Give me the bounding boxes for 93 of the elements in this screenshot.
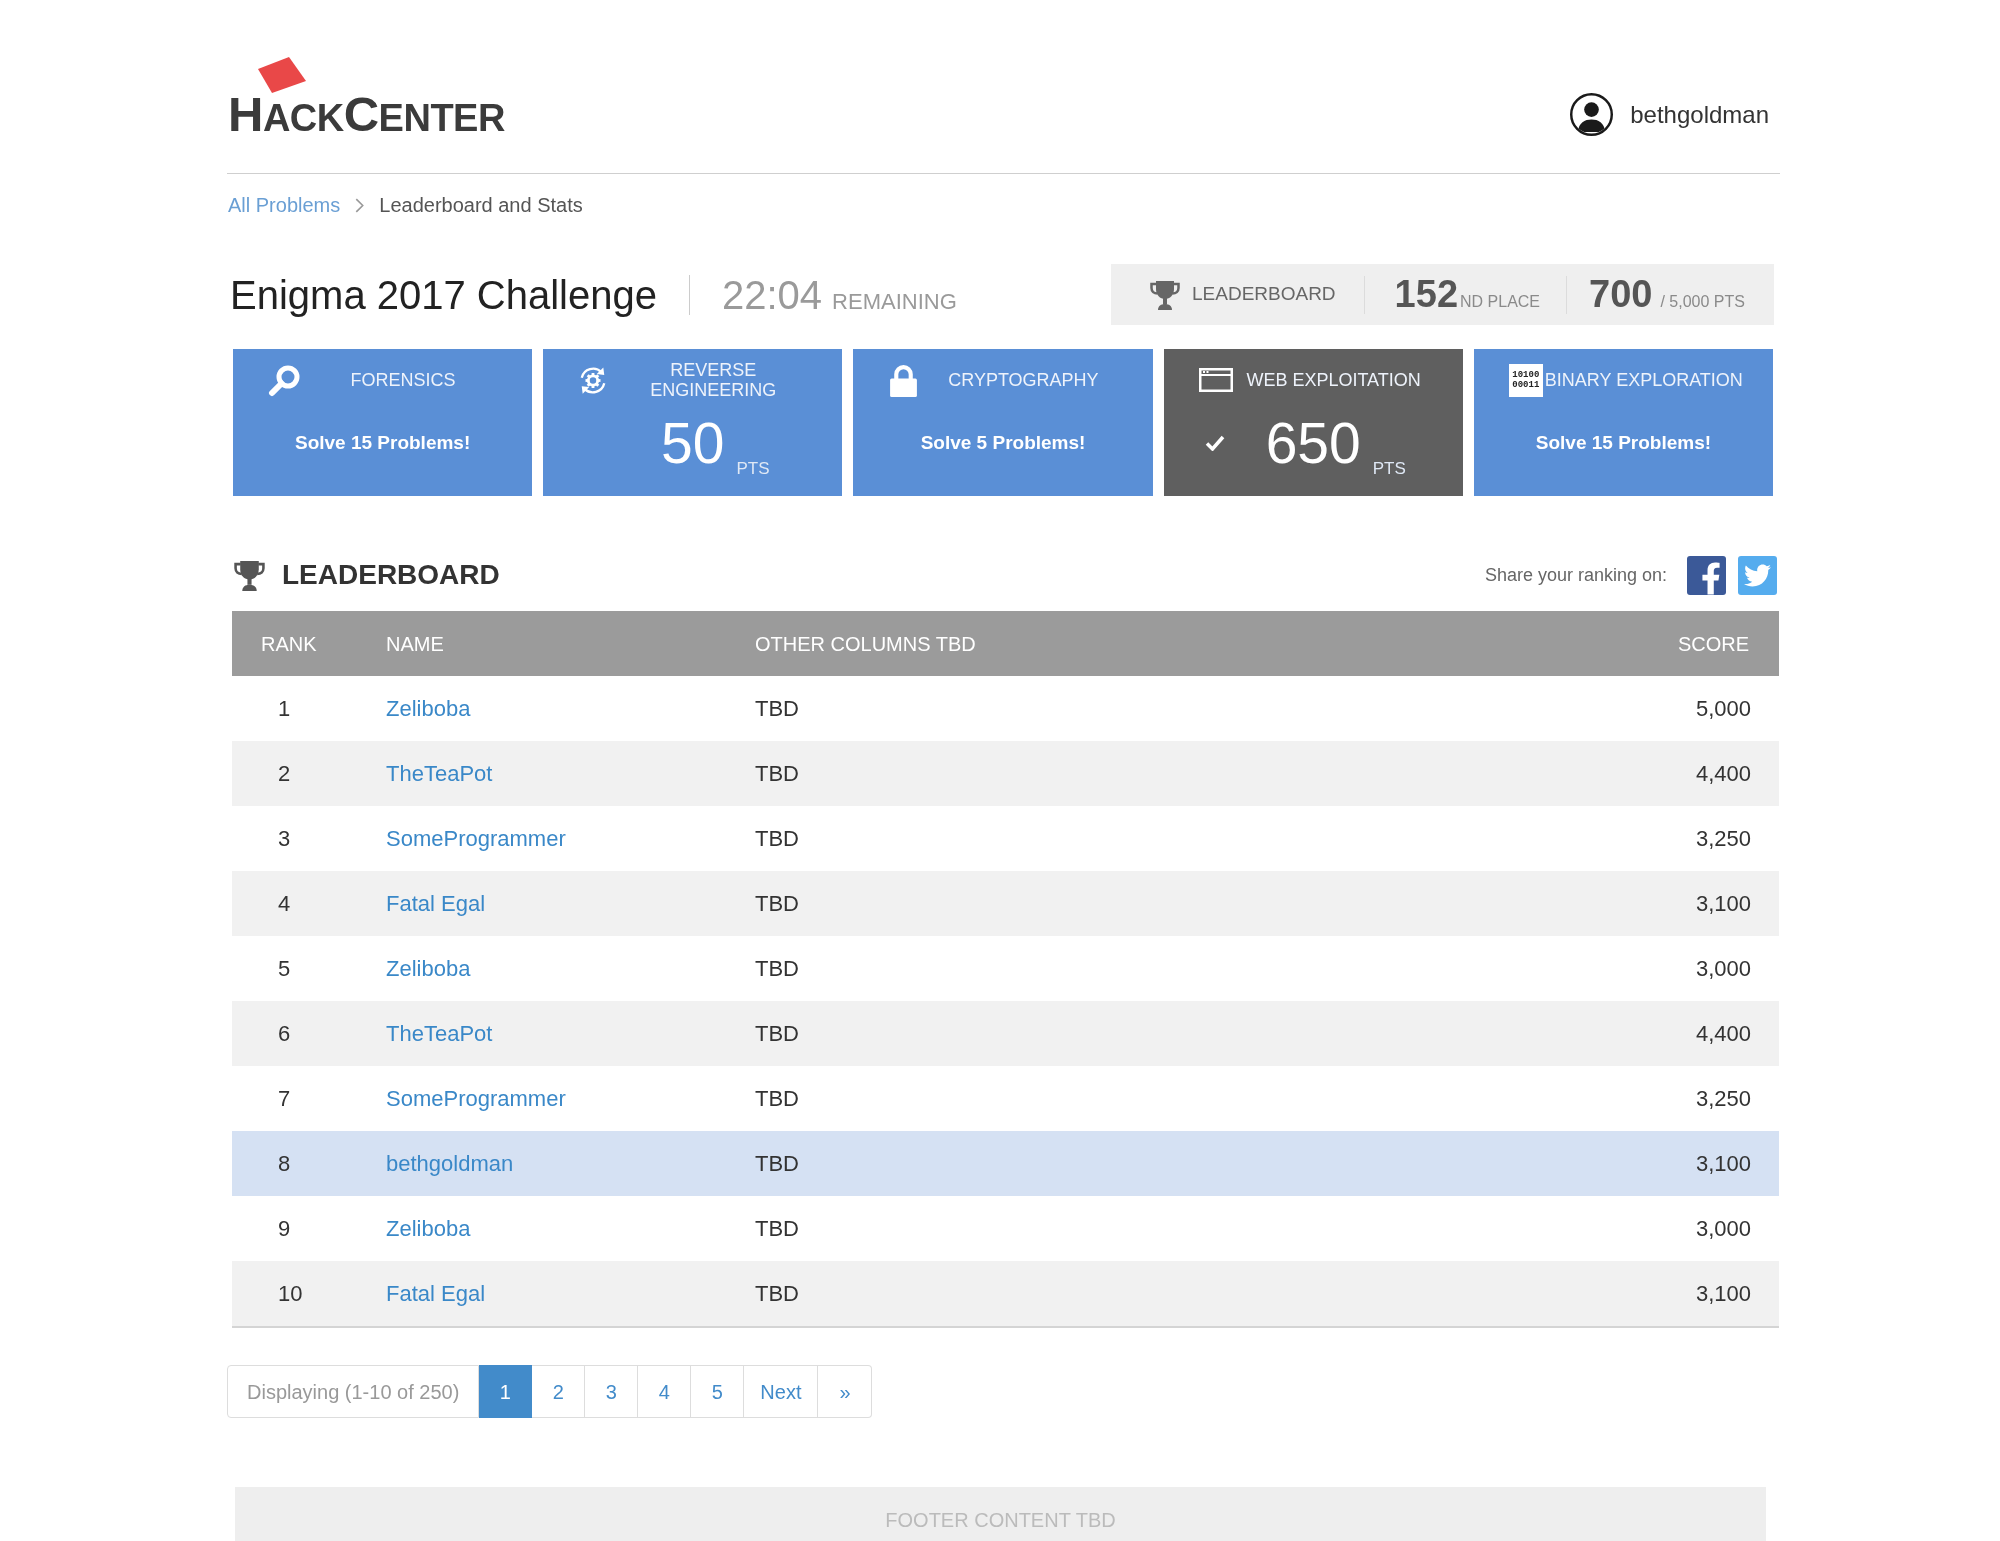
time-label: REMAINING	[832, 287, 957, 316]
table-cell: TBD	[755, 1151, 799, 1176]
trophy-icon	[233, 559, 266, 591]
score-cell: 4,400	[1695, 1021, 1751, 1046]
flag-icon	[258, 57, 306, 93]
points-unit: PTS	[1372, 460, 1406, 478]
score-cell: 3,100	[1695, 1151, 1751, 1176]
search-icon	[268, 363, 301, 397]
category-title: BINARY EXPLORATION	[1544, 370, 1743, 390]
player-name-link[interactable]: Fatal Egal	[386, 891, 486, 916]
page-button[interactable]: 5	[691, 1365, 745, 1418]
category-card[interactable]: REVERSE ENGINEERING 50 PTS	[543, 349, 843, 496]
rank-cell: 8	[278, 1151, 291, 1176]
place-suffix: ND PLACE	[1460, 292, 1541, 312]
category-card[interactable]: CRYPTOGRAPHY Solve 5 Problems!	[853, 349, 1153, 496]
page-button[interactable]: 2	[532, 1365, 586, 1418]
rank-cell: 1	[278, 696, 291, 721]
place-value: 152	[1394, 272, 1458, 317]
points-total-label: / 5,000 PTS	[1660, 292, 1745, 312]
rank-cell: 10	[278, 1281, 303, 1306]
facebook-icon[interactable]	[1687, 555, 1726, 595]
score-cell: 3,000	[1695, 956, 1751, 981]
player-name-link[interactable]: SomeProgrammer	[386, 826, 566, 851]
player-name-link[interactable]: SomeProgrammer	[386, 1086, 566, 1111]
goal-text: Solve 5 Problems!	[920, 430, 1086, 455]
category-title: REVERSE ENGINEERING	[649, 360, 778, 400]
stats-label: LEADERBOARD	[1192, 282, 1336, 307]
score-cell: 3,100	[1695, 891, 1751, 916]
trophy-icon	[1149, 279, 1181, 310]
user-avatar-icon	[1570, 93, 1614, 136]
score-cell: 3,250	[1695, 826, 1751, 851]
page-button[interactable]: 4	[638, 1365, 692, 1418]
category-card[interactable]: WEB EXPLOITATION 650 PTS	[1163, 349, 1463, 496]
rank-cell: 6	[278, 1021, 291, 1046]
table-cell: TBD	[755, 956, 799, 981]
score-cell: 3,250	[1695, 1086, 1751, 1111]
table-cell: TBD	[755, 891, 799, 916]
category-card[interactable]: FORENSICS Solve 15 Problems!	[233, 349, 533, 496]
player-name-link[interactable]: TheTeaPot	[386, 1021, 493, 1046]
column-header: NAME	[386, 631, 445, 657]
table-cell: TBD	[755, 1216, 799, 1241]
table-cell: TBD	[755, 1021, 799, 1046]
score-cell: 3,100	[1695, 1281, 1751, 1306]
table-cell: TBD	[755, 761, 799, 786]
score-cell: 5,000	[1695, 696, 1751, 721]
rank-cell: 3	[278, 826, 291, 851]
table-cell: TBD	[755, 1086, 799, 1111]
category-title: WEB EXPLOITATION	[1246, 370, 1421, 390]
points-value: 50	[661, 414, 725, 472]
score-cell: 3,000	[1695, 1216, 1751, 1241]
page-button[interactable]: 1	[479, 1365, 533, 1418]
table-cell: TBD	[755, 826, 799, 851]
page-button[interactable]: 3	[585, 1365, 639, 1418]
last-page-button[interactable]: »	[818, 1365, 873, 1418]
points-unit: PTS	[736, 460, 770, 478]
share-label: Share your ranking on:	[1484, 563, 1667, 587]
column-header: SCORE	[1677, 631, 1750, 657]
next-page-button[interactable]: Next	[744, 1365, 819, 1418]
chevron-right-icon	[355, 197, 365, 213]
category-title: CRYPTOGRAPHY	[948, 370, 1099, 390]
section-title: LEADERBOARD	[282, 558, 500, 592]
player-name-link[interactable]: Zeliboba	[386, 1216, 471, 1241]
rank-cell: 9	[278, 1216, 291, 1241]
table-cell: TBD	[755, 696, 799, 721]
rank-cell: 4	[278, 891, 291, 916]
user-menu-button[interactable]: bethgoldman	[1570, 93, 1769, 136]
rank-cell: 2	[278, 761, 291, 786]
category-title: FORENSICS	[350, 370, 456, 390]
breadcrumb-link[interactable]: All Problems	[228, 193, 341, 217]
logo-text[interactable]: HACKCENTER	[228, 90, 505, 143]
score-cell: 4,400	[1695, 761, 1751, 786]
player-name-link[interactable]: Fatal Egal	[386, 1281, 486, 1306]
player-name-link[interactable]: Zeliboba	[386, 956, 471, 981]
player-name-link[interactable]: TheTeaPot	[386, 761, 493, 786]
player-name-link[interactable]: bethgoldman	[386, 1151, 514, 1176]
padlock-icon	[888, 363, 920, 397]
challenge-title: Enigma 2017 Challenge	[230, 271, 657, 319]
check-icon	[1204, 435, 1225, 451]
points-value: 650	[1265, 414, 1361, 472]
binary-code-icon: 10100 00011	[1508, 363, 1543, 397]
rank-cell: 7	[278, 1086, 291, 1111]
time-remaining: 22:04	[722, 271, 823, 319]
table-cell: TBD	[755, 1281, 799, 1306]
points-total-value: 700	[1589, 272, 1653, 317]
goal-text: Solve 15 Problems!	[294, 430, 471, 455]
breadcrumb-current: Leaderboard and Stats	[379, 193, 583, 217]
player-name-link[interactable]: Zeliboba	[386, 696, 471, 721]
rank-cell: 5	[278, 956, 291, 981]
browser-window-icon	[1198, 368, 1233, 392]
column-header: RANK	[260, 631, 318, 657]
column-header: OTHER COLUMNS TBD	[755, 631, 977, 657]
pagination-info: Displaying (1-10 of 250)	[227, 1365, 480, 1418]
goal-text: Solve 15 Problems!	[1535, 430, 1712, 455]
